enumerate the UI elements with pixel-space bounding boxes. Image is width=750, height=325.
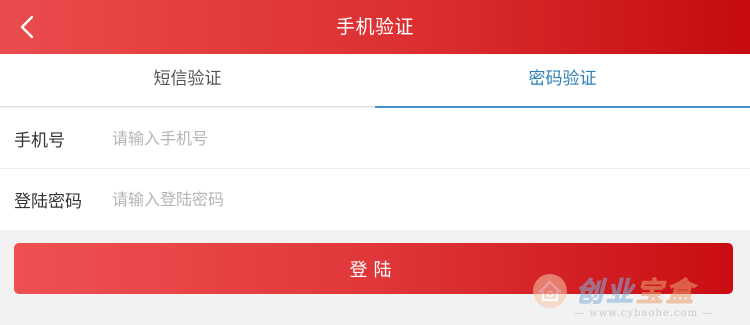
house-logo-icon [533, 274, 567, 308]
tab-password-verification[interactable]: 密码验证 [375, 54, 750, 108]
phone-input[interactable] [112, 120, 712, 156]
watermark-brand-suffix: 宝盒 [636, 277, 696, 309]
password-label: 登陆密码 [14, 192, 82, 212]
tab-sms-verification[interactable]: 短信验证 [0, 54, 375, 107]
page-title: 手机验证 [335, 16, 414, 38]
watermark: 创业宝盒 — www.cybaohe.com — [532, 268, 742, 324]
verification-tabs: 短信验证 密码验证 [0, 54, 750, 108]
password-row: 登陆密码 [0, 169, 750, 230]
password-input[interactable] [112, 181, 712, 218]
watermark-url: — www.cybaohe.com — [574, 308, 714, 319]
phone-row: 手机号 [0, 108, 750, 169]
watermark-brand-prefix: 创业 [576, 277, 636, 309]
phone-label: 手机号 [14, 130, 65, 151]
watermark-brand: 创业宝盒 [576, 270, 696, 309]
app-header: 手机验证 [0, 0, 750, 54]
login-form: 手机号 登陆密码 [0, 108, 750, 230]
